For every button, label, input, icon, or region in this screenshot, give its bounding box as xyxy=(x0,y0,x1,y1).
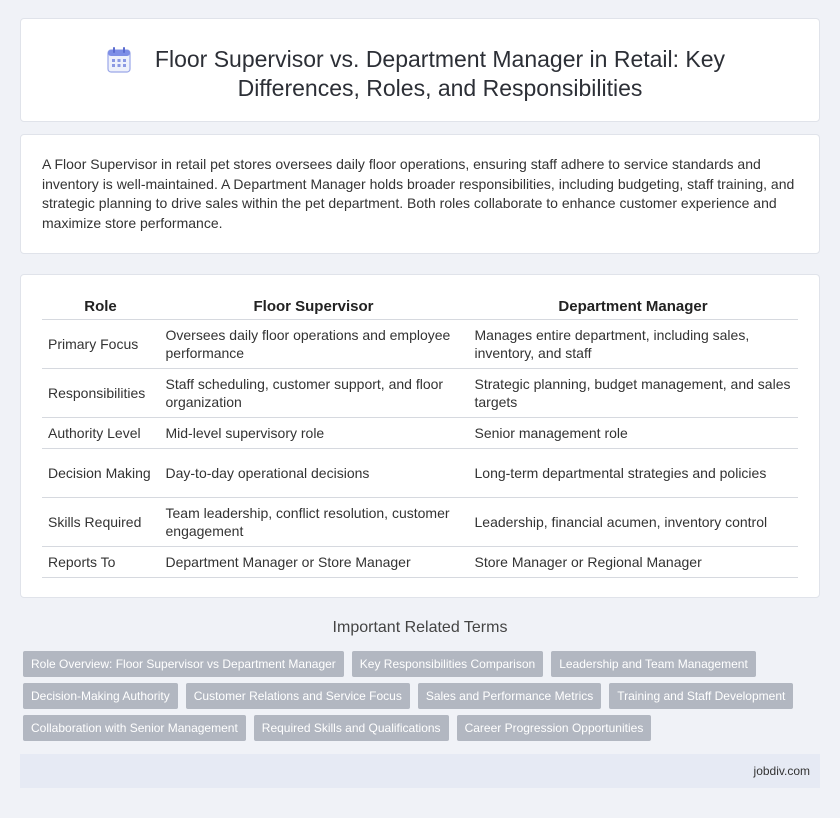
related-term-tag[interactable]: Decision-Making Authority xyxy=(23,683,178,709)
table-row: Responsibilities Staff scheduling, custo… xyxy=(42,368,798,418)
related-terms-heading: Important Related Terms xyxy=(332,619,508,636)
related-term-tag[interactable]: Key Responsibilities Comparison xyxy=(351,651,544,677)
table-row: Decision Making Day-to-day operational d… xyxy=(42,448,798,498)
table-row: Authority Level Mid-level supervisory ro… xyxy=(42,417,798,449)
title-card: Floor Supervisor vs. Department Manager … xyxy=(20,18,820,122)
table-row: Primary Focus Oversees daily floor opera… xyxy=(42,319,798,369)
floor-supervisor-cell: Department Manager or Store Manager xyxy=(158,546,468,578)
row-label: Primary Focus xyxy=(42,319,159,369)
page-title: Floor Supervisor vs. Department Manager … xyxy=(154,46,726,101)
department-manager-cell: Manages entire department, including sal… xyxy=(467,319,798,369)
department-manager-cell: Senior management role xyxy=(467,417,798,449)
comparison-card: Role Floor Supervisor Department Manager… xyxy=(20,274,820,598)
floor-supervisor-cell: Team leadership, conflict resolution, cu… xyxy=(158,497,468,547)
floor-supervisor-cell: Mid-level supervisory role xyxy=(158,417,468,449)
row-label: Decision Making xyxy=(42,448,159,498)
department-manager-cell: Leadership, financial acumen, inventory … xyxy=(467,497,798,547)
table-row: Reports To Department Manager or Store M… xyxy=(42,546,798,578)
floor-supervisor-cell: Oversees daily floor operations and empl… xyxy=(158,319,468,369)
table-row: Skills Required Team leadership, conflic… xyxy=(42,497,798,547)
floor-supervisor-cell: Staff scheduling, customer support, and … xyxy=(158,368,468,418)
related-term-tag[interactable]: Leadership and Team Management xyxy=(551,651,756,677)
footer-site-link[interactable]: jobdiv.com xyxy=(754,764,810,778)
related-term-tag[interactable]: Role Overview: Floor Supervisor vs Depar… xyxy=(23,651,344,677)
header-department-manager: Department Manager xyxy=(468,296,798,320)
header-floor-supervisor: Floor Supervisor xyxy=(159,296,468,320)
related-term-tag[interactable]: Required Skills and Qualifications xyxy=(253,715,449,741)
row-label: Skills Required xyxy=(42,497,159,547)
row-label: Authority Level xyxy=(42,417,159,449)
row-label: Responsibilities xyxy=(42,368,159,418)
department-manager-cell: Strategic planning, budget management, a… xyxy=(467,368,798,418)
related-term-tag[interactable]: Customer Relations and Service Focus xyxy=(185,683,410,709)
header-role: Role xyxy=(42,296,159,320)
floor-supervisor-cell: Day-to-day operational decisions xyxy=(158,448,468,498)
intro-paragraph: A Floor Supervisor in retail pet stores … xyxy=(42,156,795,231)
related-term-tag[interactable]: Sales and Performance Metrics xyxy=(417,683,602,709)
department-manager-cell: Store Manager or Regional Manager xyxy=(467,546,798,578)
comparison-table: Role Floor Supervisor Department Manager… xyxy=(42,296,798,578)
related-term-tag[interactable]: Training and Staff Development xyxy=(609,683,794,709)
related-term-tag[interactable]: Career Progression Opportunities xyxy=(456,715,652,741)
calendar-icon xyxy=(107,47,131,73)
department-manager-cell: Long-term departmental strategies and po… xyxy=(467,448,798,498)
intro-card: A Floor Supervisor in retail pet stores … xyxy=(20,134,820,254)
footer: jobdiv.com xyxy=(20,754,820,788)
related-terms-list: Role Overview: Floor Supervisor vs Depar… xyxy=(23,651,803,741)
table-header-row: Role Floor Supervisor Department Manager xyxy=(42,296,798,320)
related-term-tag[interactable]: Collaboration with Senior Management xyxy=(23,715,246,741)
title-wrap: Floor Supervisor vs. Department Manager … xyxy=(21,45,819,103)
row-label: Reports To xyxy=(42,546,159,578)
